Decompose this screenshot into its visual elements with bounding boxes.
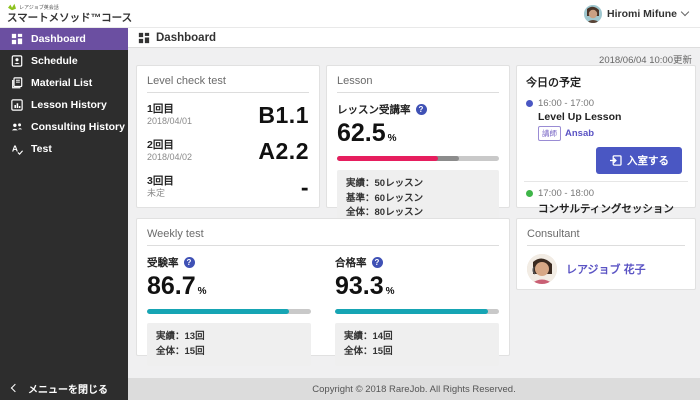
material-list-icon [10, 77, 23, 90]
attempt-date: 未定 [147, 188, 166, 199]
sidebar-item-consulting-history[interactable]: Consulting History [0, 116, 128, 138]
last-updated-text: 2018/06/04 10:00更新 [599, 55, 692, 66]
teacher-link[interactable]: Ansab [565, 128, 594, 139]
level-check-title: Level check test [147, 75, 309, 93]
attempt-score: B1.1 [258, 102, 309, 128]
lesson-title: Lesson [337, 75, 499, 93]
attempt-label: 1回目 [147, 103, 174, 116]
help-icon[interactable]: ? [371, 257, 383, 268]
schedule-icon [10, 55, 23, 68]
weekly-metric: 合格率 ? 93.3% 実績：14回 全体：15回 [335, 246, 499, 367]
user-menu[interactable]: Hiromi Mifune [584, 4, 700, 23]
level-check-card: Level check test 1回目 2018/04/01 B1.1 2回目… [136, 65, 320, 208]
stat-line: 全体：15回 [344, 345, 393, 357]
sidebar-item-material-list[interactable]: Material List [0, 72, 128, 94]
course-title: スマートメソッド™コース [7, 11, 133, 24]
lesson-rate-value: 62.5% [337, 119, 397, 147]
sidebar-item-label: Material List [31, 77, 93, 89]
sidebar: Dashboard Schedule Material List Lesson … [0, 28, 128, 400]
dashboard-title-icon [137, 31, 150, 44]
consultant-card: Consultant レアジョブ 花子 [516, 218, 696, 290]
attempt-score: A2.2 [258, 138, 309, 164]
today-schedule-card: 今日の予定 16:00 - 17:00 Level Up Lesson 講師 A… [516, 65, 696, 234]
stat-line: 実績：13回 [156, 331, 205, 342]
schedule-time: 16:00 - 17:00 [538, 98, 594, 109]
sidebar-item-label: Lesson History [31, 99, 107, 111]
sidebar-item-label: Schedule [31, 55, 78, 67]
rarejob-logo-icon [8, 4, 16, 11]
copyright-text: Copyright © 2018 RareJob. All Rights Res… [312, 383, 516, 395]
chevron-down-icon [680, 7, 690, 17]
schedule-dot [526, 190, 533, 197]
sidebar-item-label: Consulting History [31, 121, 125, 133]
role-badge: 講師 [538, 126, 561, 141]
sidebar-item-dashboard[interactable]: Dashboard [0, 28, 128, 50]
consultant-avatar [527, 254, 557, 284]
pass-stats-box: 実績：14回 全体：15回 [335, 323, 499, 367]
help-icon[interactable]: ? [183, 257, 195, 268]
sidebar-item-test[interactable]: A Test [0, 138, 128, 160]
chevron-left-icon [10, 383, 20, 393]
app-window: レアジョブ英会話 スマートメソッド™コース Hiromi Mifune Dash… [0, 0, 700, 400]
divider [524, 181, 688, 182]
close-menu-button[interactable]: メニューを閉じる [0, 376, 128, 400]
weekly-metric: 受験率 ? 86.7% 実績：13回 全体：15回 [147, 246, 311, 367]
consulting-history-icon [10, 121, 23, 134]
attempt-date: 2018/04/01 [147, 116, 193, 127]
consultant-name-link[interactable]: レアジョブ 花子 [566, 261, 646, 277]
exam-rate-label: 受験率 [147, 257, 179, 269]
pass-rate-progress-bar [335, 309, 499, 314]
lesson-progress-bar [337, 156, 499, 161]
lesson-card: Lesson レッスン受講率 ? 62.5% 実績：50レッスン 基準：60レッ… [326, 65, 510, 229]
brand-logo: レアジョブ英会話 スマートメソッド™コース [0, 3, 133, 25]
exam-rate-value: 86.7% [147, 272, 207, 300]
sidebar-item-label: Dashboard [31, 33, 86, 45]
weekly-test-title: Weekly test [147, 228, 499, 246]
page-title-bar: Dashboard [128, 28, 700, 48]
dashboard-icon [10, 33, 23, 46]
footer: Copyright © 2018 RareJob. All Rights Res… [128, 378, 700, 400]
schedule-name: コンサルティングセッション [538, 203, 674, 215]
attempt-label: 2回目 [147, 139, 174, 152]
pass-rate-value: 93.3% [335, 272, 395, 300]
schedule-item: 16:00 - 17:00 Level Up Lesson 講師 Ansab 入… [526, 98, 686, 174]
logo-text: レアジョブ英会話 [19, 4, 59, 11]
stat-line: 実績：50レッスン [346, 178, 424, 189]
stat-line: 全体：15回 [156, 345, 205, 357]
today-title: 今日の予定 [526, 77, 581, 89]
svg-text:A: A [11, 144, 17, 154]
help-icon[interactable]: ? [415, 104, 427, 115]
schedule-name: Level Up Lesson [538, 111, 622, 123]
lesson-history-icon [10, 99, 23, 112]
attempt-label: 3回目 [147, 175, 174, 188]
attempt-date: 2018/04/02 [147, 152, 193, 163]
schedule-time: 17:00 - 18:00 [538, 188, 594, 199]
close-menu-label: メニューを閉じる [28, 384, 108, 396]
test-icon: A [10, 143, 23, 156]
weekly-test-card: Weekly test 受験率 ? 86.7% 実績：13回 全体：15回 合格… [136, 218, 510, 367]
stat-line: 実績：14回 [344, 331, 393, 342]
level-check-row: 2回目 2018/04/02 A2.2 [147, 138, 309, 165]
consultant-title: Consultant [527, 228, 685, 246]
sidebar-item-label: Test [31, 143, 52, 155]
exam-rate-progress-bar [147, 309, 311, 314]
enter-room-icon [610, 155, 622, 166]
stat-line: 基準：60レッスン [346, 192, 424, 204]
page-title: Dashboard [156, 31, 217, 44]
sidebar-item-schedule[interactable]: Schedule [0, 50, 128, 72]
pass-rate-label: 合格率 [335, 257, 367, 269]
lesson-rate-label: レッスン受講率 [337, 104, 411, 116]
top-bar: レアジョブ英会話 スマートメソッド™コース Hiromi Mifune [0, 0, 700, 28]
enter-room-button[interactable]: 入室する [596, 147, 682, 174]
sidebar-item-lesson-history[interactable]: Lesson History [0, 94, 128, 116]
attempt-score: - [300, 174, 309, 200]
schedule-dot [526, 100, 533, 107]
user-name: Hiromi Mifune [607, 7, 677, 20]
user-avatar [584, 4, 602, 23]
level-check-row: 1回目 2018/04/01 B1.1 [147, 102, 309, 129]
exam-stats-box: 実績：13回 全体：15回 [147, 323, 311, 367]
level-check-row: 3回目 未定 - [147, 174, 309, 201]
